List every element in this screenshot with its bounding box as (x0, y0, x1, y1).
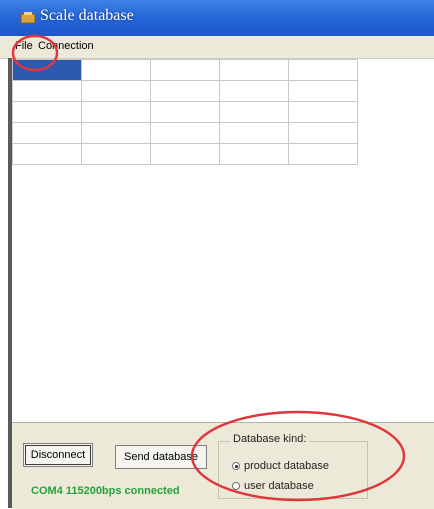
grid-cell[interactable] (219, 143, 289, 165)
grid-cell[interactable] (81, 101, 151, 123)
product-database-label: product database (244, 460, 330, 472)
grid-cell[interactable] (12, 122, 82, 144)
grid-cell[interactable] (12, 143, 82, 165)
grid-cell[interactable] (81, 80, 151, 102)
database-grid-area[interactable] (12, 59, 434, 422)
grid-cell[interactable] (219, 59, 289, 81)
grid-cell[interactable] (81, 122, 151, 144)
title-bar: Scale database (0, 0, 434, 36)
table-row[interactable] (12, 143, 358, 165)
database-kind-legend: Database kind: (230, 433, 310, 445)
radio-unselected-icon[interactable] (232, 482, 240, 490)
grid-cell[interactable] (219, 101, 289, 123)
grid-cell[interactable] (12, 59, 82, 81)
table-row[interactable] (12, 122, 358, 144)
grid-cell[interactable] (81, 59, 151, 81)
menu-bar: File Connection (0, 36, 434, 59)
user-database-label: user database (244, 480, 314, 492)
send-database-button[interactable]: Send database (115, 445, 207, 469)
disconnect-button[interactable]: Disconnect (23, 443, 93, 467)
grid-cell[interactable] (288, 143, 358, 165)
grid-cell[interactable] (150, 80, 220, 102)
user-database-radio[interactable]: user database (232, 480, 314, 492)
menu-file[interactable]: File (15, 40, 33, 52)
table-row[interactable] (12, 59, 358, 81)
table-row[interactable] (12, 101, 358, 123)
grid-cell[interactable] (150, 143, 220, 165)
grid-cell[interactable] (12, 101, 82, 123)
app-icon (20, 12, 36, 24)
bottom-panel: Disconnect Send database COM4 115200bps … (12, 422, 434, 509)
table-row[interactable] (12, 80, 358, 102)
menu-connection[interactable]: Connection (38, 40, 94, 52)
connection-status: COM4 115200bps connected (31, 485, 180, 497)
grid-cell[interactable] (219, 122, 289, 144)
grid-cell[interactable] (150, 122, 220, 144)
grid-cell[interactable] (150, 101, 220, 123)
database-grid[interactable] (12, 59, 358, 165)
grid-cell[interactable] (288, 59, 358, 81)
grid-cell[interactable] (288, 80, 358, 102)
grid-cell[interactable] (150, 59, 220, 81)
grid-cell[interactable] (81, 143, 151, 165)
radio-selected-icon[interactable] (232, 462, 240, 470)
grid-cell[interactable] (288, 122, 358, 144)
grid-cell[interactable] (12, 80, 82, 102)
window-title: Scale database (40, 7, 134, 24)
grid-cell[interactable] (288, 101, 358, 123)
product-database-radio[interactable]: product database (232, 460, 329, 472)
grid-cell[interactable] (219, 80, 289, 102)
